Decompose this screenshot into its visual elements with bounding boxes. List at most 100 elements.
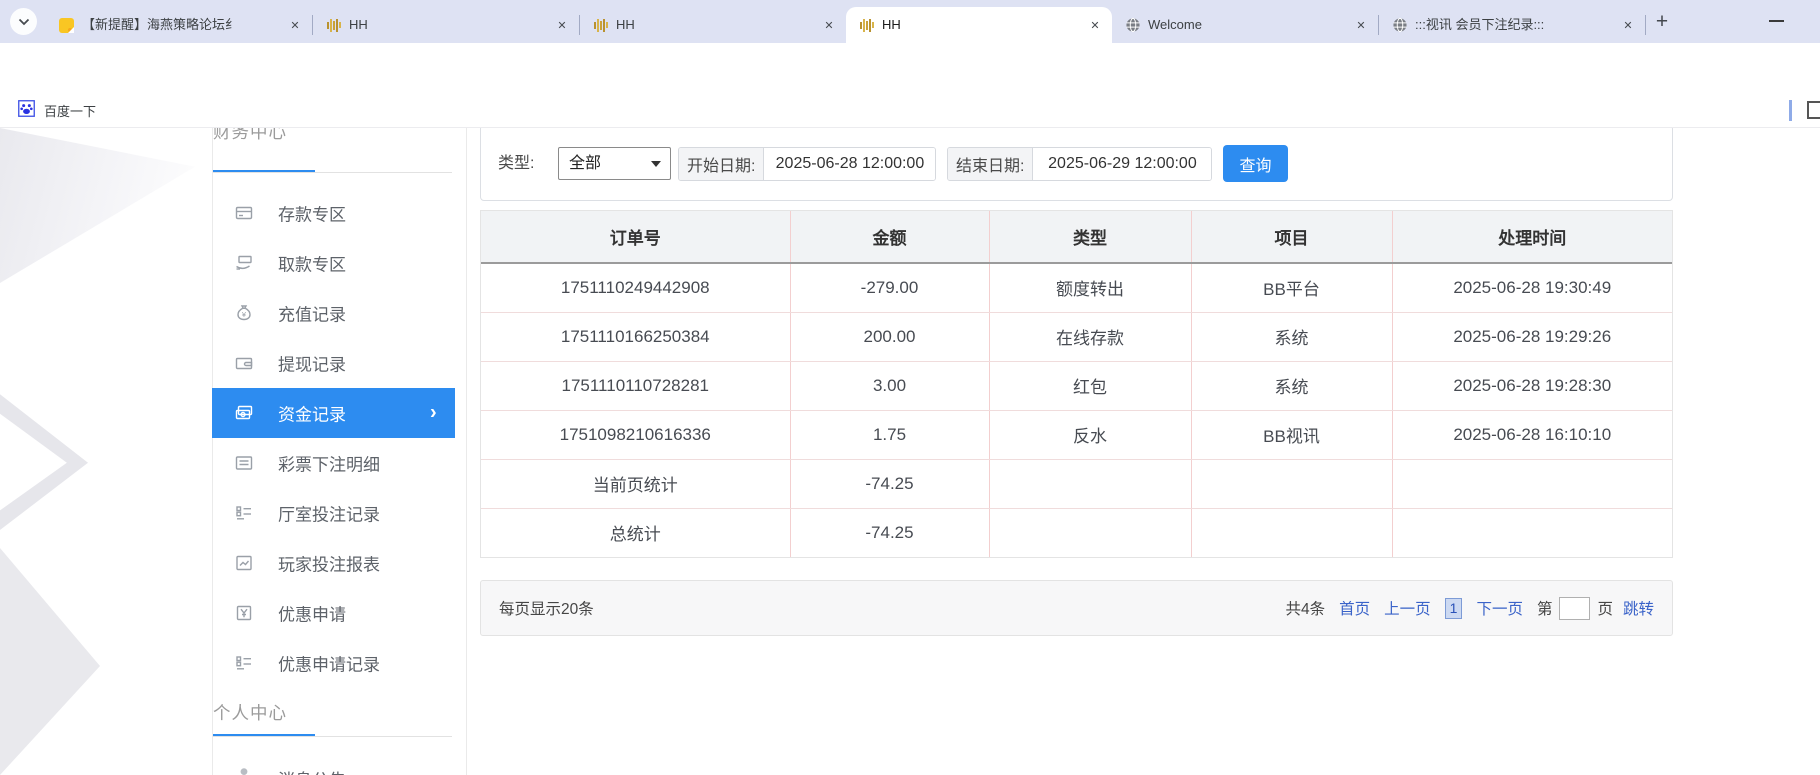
- tab-separator: [1645, 15, 1646, 35]
- browser-tab-6[interactable]: :::视讯 会员下注纪录:::✕: [1379, 7, 1645, 43]
- table-cell: 2025-06-28 19:30:49: [1392, 263, 1672, 312]
- select-caret-icon: [651, 161, 661, 167]
- tab-close-icon[interactable]: ✕: [820, 16, 838, 34]
- globe-icon: [1391, 17, 1408, 34]
- note-favicon: [58, 17, 75, 34]
- browser-tab-1[interactable]: 【新提醒】海燕策略论坛纟✕: [46, 7, 312, 43]
- tab-close-icon[interactable]: ✕: [1352, 16, 1370, 34]
- search-button[interactable]: 查询: [1223, 145, 1288, 182]
- sidebar-item-list[interactable]: 厅室投注记录: [212, 488, 455, 538]
- browser-tab-2[interactable]: HH✕: [313, 7, 579, 43]
- end-date-group: 结束日期:: [947, 147, 1212, 181]
- sidebar-item-label: 充值记录: [278, 301, 346, 326]
- sidebar-item-label: 消息公告: [278, 766, 346, 775]
- end-date-input[interactable]: [1033, 148, 1211, 180]
- start-date-input[interactable]: [764, 148, 935, 180]
- page-viewport: 财务中心 存款专区取款专区¥充值记录提现记录资金记录›彩票下注明细厅室投注记录玩…: [0, 128, 1820, 775]
- sidebar-item-label: 厅室投注记录: [278, 501, 380, 526]
- new-tab-button[interactable]: +: [1649, 9, 1675, 35]
- table-cell: [989, 508, 1191, 557]
- table-cell: 200.00: [790, 312, 989, 361]
- tab-close-icon[interactable]: ✕: [1619, 16, 1637, 34]
- table-cell: 当前页统计: [481, 459, 790, 508]
- tab-close-icon[interactable]: ✕: [1086, 16, 1104, 34]
- table-cell: 1.75: [790, 410, 989, 459]
- jump-prefix: 第: [1537, 597, 1553, 619]
- sidebar-menu: 存款专区取款专区¥充值记录提现记录资金记录 › 彩票下注明细厅室投注记录玩家投注报表…: [212, 188, 455, 688]
- table-cell: 2025-06-28 16:10:10: [1392, 410, 1672, 459]
- chevron-right-icon: ›: [430, 402, 437, 425]
- table-cell: 2025-06-28 19:28:30: [1392, 361, 1672, 410]
- table-cell: [1392, 459, 1672, 508]
- jump-button[interactable]: 跳转: [1623, 597, 1654, 619]
- hh-gold-favicon: [858, 17, 875, 34]
- table-header-row: 订单号金额类型项目处理时间: [481, 211, 1672, 263]
- baidu-paw-icon: [18, 100, 35, 122]
- table-cell: 总统计: [481, 508, 790, 557]
- person-icon: [234, 765, 254, 775]
- table-cell: 2025-06-28 19:29:26: [1392, 312, 1672, 361]
- first-page-link[interactable]: 首页: [1339, 597, 1370, 619]
- funds-table: 订单号金额类型项目处理时间 1751110249442908-279.00额度转…: [481, 211, 1672, 557]
- tab-title: :::视讯 会员下注纪录:::: [1415, 7, 1612, 43]
- prev-page-link[interactable]: 上一页: [1384, 597, 1431, 619]
- promo-icon: [234, 603, 254, 623]
- table-cell: 系统: [1191, 312, 1392, 361]
- withdraw-icon: [234, 253, 254, 273]
- decorative-triangle: [0, 548, 100, 775]
- partial-cutoff-icon[interactable]: [1807, 101, 1820, 119]
- table-cell: BB平台: [1191, 263, 1392, 312]
- sidebar-item-recharge[interactable]: ¥充值记录: [212, 288, 455, 338]
- tab-search-button[interactable]: [10, 8, 37, 35]
- sidebar-item-label: 玩家投注报表: [278, 551, 380, 576]
- browser-tab-4[interactable]: HH✕: [846, 7, 1112, 43]
- column-header: 处理时间: [1392, 211, 1672, 263]
- list-icon: [234, 503, 254, 523]
- jump-page-input[interactable]: [1559, 597, 1590, 620]
- table-cell: -74.25: [790, 459, 989, 508]
- table-cell: 1751098210616336: [481, 410, 790, 459]
- sidebar-section-personal: 个人中心: [213, 700, 287, 725]
- tab-close-icon[interactable]: ✕: [286, 16, 304, 34]
- list-icon: [234, 653, 254, 673]
- sidebar-item-list[interactable]: 优惠申请记录: [212, 638, 455, 688]
- table-cell: 1751110110728281: [481, 361, 790, 410]
- decorative-triangle-outline: [0, 390, 88, 530]
- sidebar-item-lottery[interactable]: 彩票下注明细: [212, 438, 455, 488]
- sidebar-item-funds[interactable]: 资金记录 ›: [212, 388, 455, 438]
- sidebar-item-label: 优惠申请记录: [278, 651, 380, 676]
- column-header: 金额: [790, 211, 989, 263]
- bookmark-baidu[interactable]: 百度一下: [12, 97, 102, 124]
- table-cell: [1191, 508, 1392, 557]
- funds-table-wrap: 订单号金额类型项目处理时间 1751110249442908-279.00额度转…: [480, 210, 1673, 558]
- current-page[interactable]: 1: [1445, 598, 1463, 619]
- sidebar-item-cashout[interactable]: 提现记录: [212, 338, 455, 388]
- start-date-label: 开始日期:: [679, 148, 764, 180]
- sidebar-item-deposit[interactable]: 存款专区: [212, 188, 455, 238]
- browser-toolbar: ← → yl756.com/hhcp/usercenter.html?iniTy…: [0, 43, 1820, 93]
- browser-tab-5[interactable]: Welcome✕: [1112, 7, 1378, 43]
- tab-close-icon[interactable]: ✕: [553, 16, 571, 34]
- next-page-link[interactable]: 下一页: [1476, 597, 1523, 619]
- browser-tab-3[interactable]: HH✕: [580, 7, 846, 43]
- sidebar-item-label: 资金记录: [278, 401, 346, 426]
- tab-strip-tabs: 【新提醒】海燕策略论坛纟✕HH✕HH✕HH✕Welcome✕:::视讯 会员下注…: [46, 7, 1646, 43]
- sidebar-item-report[interactable]: 玩家投注报表: [212, 538, 455, 588]
- decorative-gradient-shape: [0, 128, 195, 283]
- personal-underline: [213, 736, 452, 737]
- deposit-icon: [234, 203, 254, 223]
- table-cell: 反水: [989, 410, 1191, 459]
- minimize-button[interactable]: [1769, 20, 1784, 22]
- finance-underline: [213, 172, 452, 173]
- sidebar-item-withdraw[interactable]: 取款专区: [212, 238, 455, 288]
- report-icon: [234, 553, 254, 573]
- table-cell: [1392, 508, 1672, 557]
- sidebar-item-label: 彩票下注明细: [278, 451, 380, 476]
- table-row: 17510982106163361.75反水BB视讯2025-06-28 16:…: [481, 410, 1672, 459]
- table-cell: [989, 459, 1191, 508]
- type-select[interactable]: 全部: [558, 147, 671, 180]
- sidebar-item-promo[interactable]: 优惠申请: [212, 588, 455, 638]
- type-select-value: 全部: [569, 155, 601, 172]
- sidebar-item-messages[interactable]: 消息公告: [212, 750, 455, 775]
- sidebar-right-divider: [466, 128, 467, 775]
